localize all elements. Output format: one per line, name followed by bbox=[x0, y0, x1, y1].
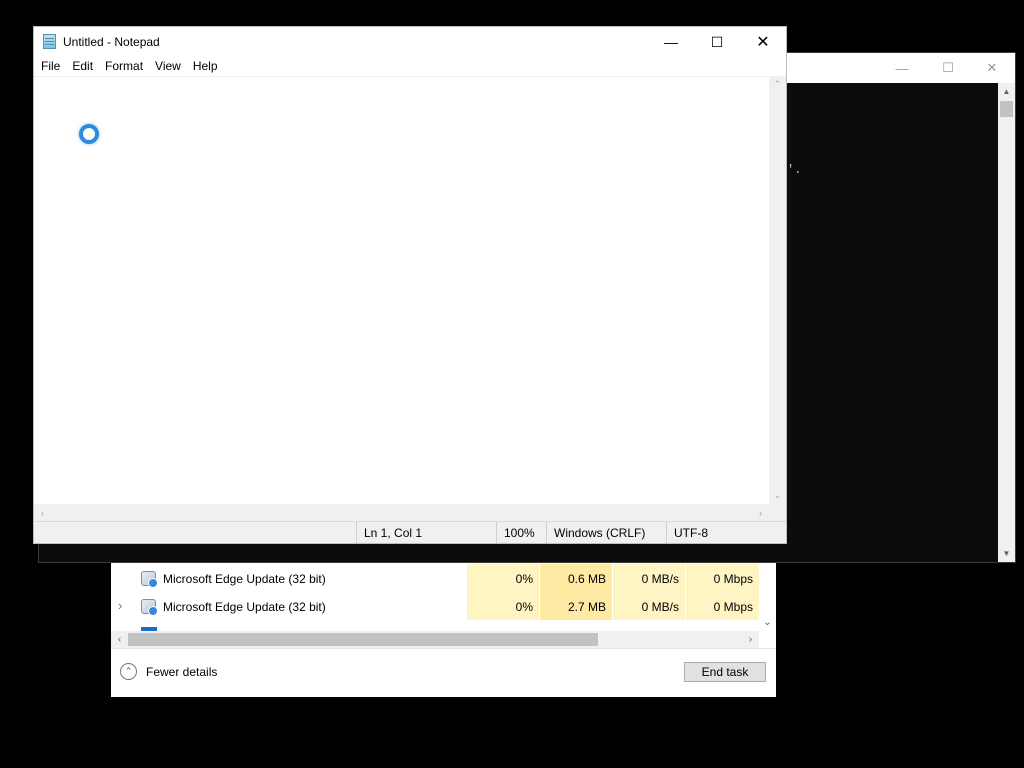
menu-format[interactable]: Format bbox=[99, 57, 149, 76]
memory-value: 0.6 MB bbox=[539, 564, 612, 592]
memory-value: 2.7 MB bbox=[539, 592, 612, 620]
console-output: '. bbox=[787, 163, 802, 177]
console-vertical-scrollbar[interactable]: ▲ ▼ bbox=[998, 83, 1015, 562]
edge-update-icon bbox=[141, 571, 158, 588]
network-value: 0 Mbps bbox=[685, 564, 759, 592]
menu-file[interactable]: File bbox=[35, 57, 66, 76]
scroll-up-icon[interactable]: ⌃ bbox=[769, 76, 786, 93]
process-list-horizontal-scrollbar[interactable]: ‹ › bbox=[111, 631, 759, 648]
process-row[interactable]: Microsoft Edge Update (32 bit) 0% 0.6 MB… bbox=[111, 564, 759, 592]
end-task-button[interactable]: End task bbox=[684, 662, 766, 682]
task-manager-footer: ⌃ Fewer details End task bbox=[111, 648, 776, 697]
process-name: Microsoft Edge Update (32 bit) bbox=[163, 600, 326, 614]
editor-horizontal-scrollbar[interactable]: ‹ › bbox=[34, 504, 769, 521]
network-value: 0 Mbps bbox=[685, 592, 759, 620]
chevron-right-icon[interactable]: › bbox=[118, 592, 122, 620]
menu-bar: File Edit Format View Help bbox=[34, 57, 786, 76]
cpu-value: 0% bbox=[466, 592, 539, 620]
line-ending: Windows (CRLF) bbox=[546, 522, 666, 543]
chevron-up-icon[interactable]: ⌃ bbox=[120, 663, 137, 680]
busy-spinner-icon bbox=[79, 124, 99, 144]
disk-value: 0 MB/s bbox=[612, 592, 685, 620]
text-editor[interactable] bbox=[34, 76, 769, 505]
close-icon[interactable]: ✕ bbox=[969, 53, 1015, 83]
task-manager-window[interactable]: Microsoft Edge Update (32 bit) 0% 0.6 MB… bbox=[111, 563, 776, 697]
process-name: Microsoft Edge Update (32 bit) bbox=[163, 572, 326, 586]
scroll-thumb[interactable] bbox=[128, 633, 598, 646]
scroll-down-icon[interactable]: ▼ bbox=[998, 545, 1015, 562]
cursor-position: Ln 1, Col 1 bbox=[356, 522, 496, 543]
scroll-down-icon[interactable]: ⌄ bbox=[769, 487, 786, 504]
scroll-down-icon[interactable]: ⌄ bbox=[759, 614, 776, 631]
editor-vertical-scrollbar[interactable]: ⌃ ⌄ bbox=[769, 76, 786, 504]
menu-help[interactable]: Help bbox=[187, 57, 224, 76]
process-list-vertical-scrollbar[interactable]: ⌄ bbox=[759, 563, 776, 631]
scroll-right-icon[interactable]: › bbox=[742, 631, 759, 648]
zoom-level: 100% bbox=[496, 522, 546, 543]
maximize-icon[interactable]: ☐ bbox=[694, 27, 740, 57]
minimize-icon[interactable]: — bbox=[648, 27, 694, 57]
scroll-up-icon[interactable]: ▲ bbox=[998, 83, 1015, 100]
process-row[interactable]: › Microsoft Edge Update (32 bit) 0% 2.7 … bbox=[111, 592, 759, 620]
status-bar: Ln 1, Col 1 100% Windows (CRLF) UTF-8 bbox=[34, 521, 786, 543]
cpu-value: 0% bbox=[466, 564, 539, 592]
scroll-left-icon[interactable]: ‹ bbox=[111, 631, 128, 648]
scroll-thumb[interactable] bbox=[1000, 101, 1013, 117]
scrollbar-corner bbox=[769, 504, 786, 521]
disk-value: 0 MB/s bbox=[612, 564, 685, 592]
minimize-icon[interactable]: — bbox=[879, 53, 925, 83]
menu-view[interactable]: View bbox=[149, 57, 187, 76]
close-icon[interactable]: ✕ bbox=[740, 27, 786, 57]
window-title: Untitled - Notepad bbox=[63, 35, 160, 49]
menu-edit[interactable]: Edit bbox=[66, 57, 99, 76]
maximize-icon[interactable]: ☐ bbox=[925, 53, 971, 83]
scroll-left-icon[interactable]: ‹ bbox=[34, 504, 51, 521]
edge-update-icon bbox=[141, 599, 158, 616]
encoding: UTF-8 bbox=[666, 522, 786, 543]
notepad-icon bbox=[43, 34, 56, 49]
notepad-window[interactable]: Untitled - Notepad — ☐ ✕ File Edit Forma… bbox=[34, 27, 786, 543]
fewer-details-link[interactable]: Fewer details bbox=[146, 665, 217, 679]
scroll-right-icon[interactable]: › bbox=[752, 504, 769, 521]
notepad-titlebar[interactable]: Untitled - Notepad — ☐ ✕ bbox=[34, 27, 786, 57]
